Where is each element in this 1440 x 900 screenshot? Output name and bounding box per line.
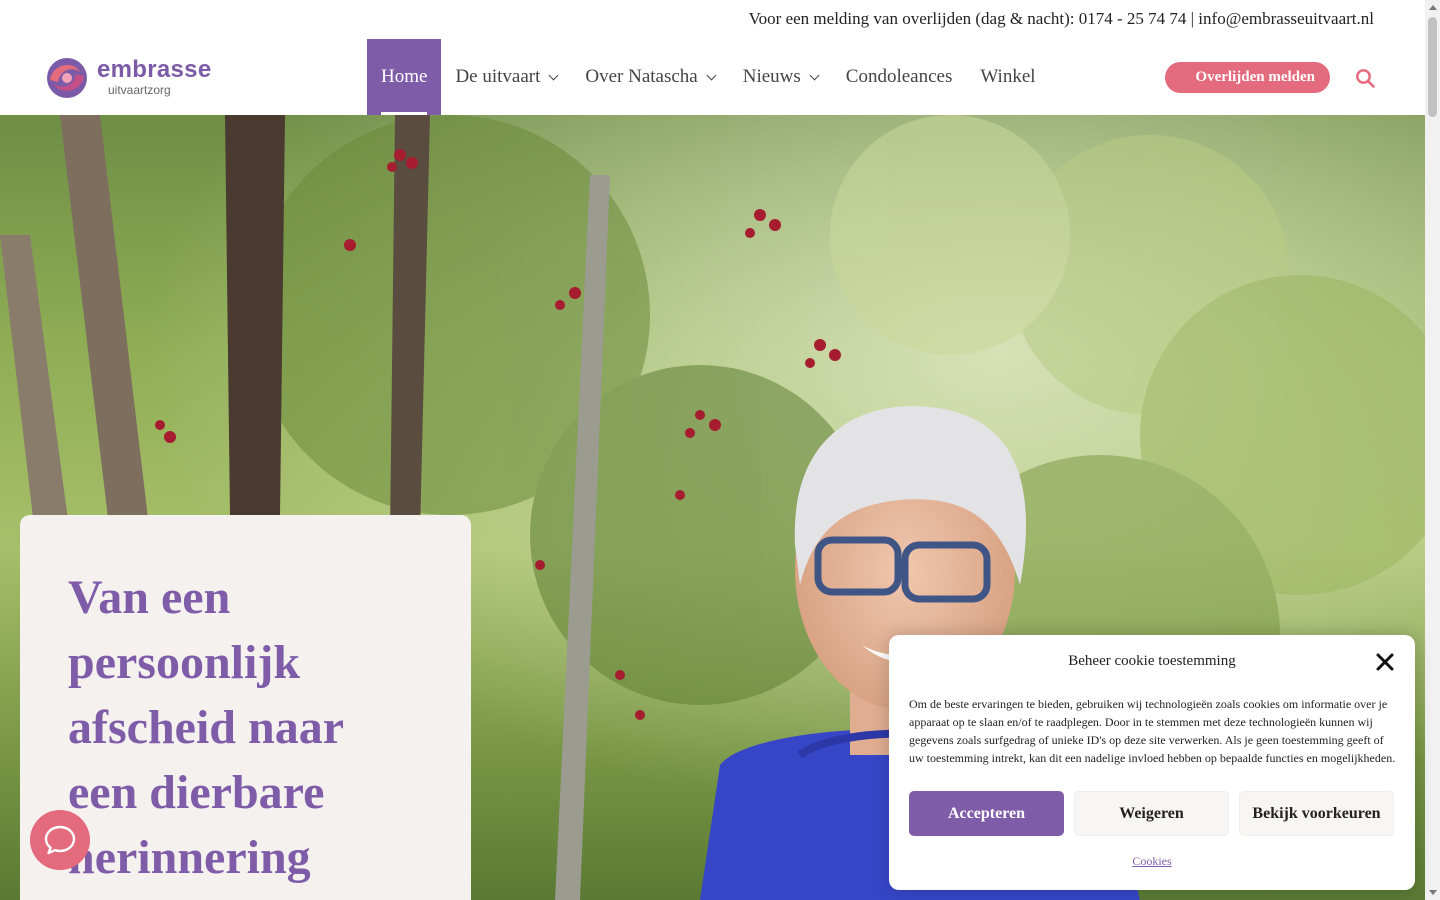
report-death-button[interactable]:   Overlijden melden [1165,62,1330,93]
scroll-up-arrow-icon[interactable] [1429,5,1437,10]
nav-label: Condoleances [845,66,953,87]
nav-label: Over Natascha [585,66,698,87]
logo[interactable]: embrasse uitvaartzorg [40,56,212,100]
scroll-down-arrow-icon[interactable] [1429,890,1437,895]
hero-title: Van een persoonlijk afscheid naar een di… [68,571,344,884]
nav-label: Nieuws [742,66,801,87]
contact-info: Voor een melding van overlijden (dag & n… [748,9,1374,28]
cookie-consent-dialog: Beheer cookie toestemming Om de beste er… [889,635,1415,890]
main-nav: Home De uitvaart Over Natascha Nieuws Co… [367,39,1050,115]
deny-button[interactable]: Weigeren [1074,791,1229,836]
chevron-down-icon [548,70,559,80]
nav-item-de-uitvaart[interactable]: De uitvaart [441,39,571,115]
logo-name: embrasse [97,56,212,83]
nav-label: Winkel [980,66,1036,87]
logo-mark-icon [47,58,87,98]
chevron-down-icon [809,70,820,80]
top-info-bar: Voor een melding van overlijden (dag & n… [0,0,1425,39]
cookie-title: Beheer cookie toestemming [1068,653,1236,669]
nav-item-over-natascha[interactable]: Over Natascha [571,39,728,115]
chat-button[interactable] [30,810,90,870]
chevron-down-icon [706,70,717,80]
chat-bubble-icon [44,825,76,855]
nav-label: De uitvaart [455,66,541,87]
nav-item-home[interactable]: Home [367,39,442,115]
view-preferences-button[interactable]: Bekijk voorkeuren [1239,791,1394,836]
main-header: embrasse uitvaartzorg Home De uitvaart O… [0,39,1425,115]
scroll-thumb[interactable] [1428,17,1437,117]
nav-item-winkel[interactable]: Winkel [966,39,1049,115]
accept-button[interactable]: Accepteren [909,791,1064,836]
nav-item-nieuws[interactable]: Nieuws [729,39,832,115]
close-icon[interactable] [1375,652,1395,672]
cookie-actions: Accepteren Weigeren Bekijk voorkeuren [909,791,1394,836]
cookie-description: Om de beste ervaringen te bieden, gebrui… [909,697,1396,765]
search-icon[interactable] [1355,68,1375,88]
logo-subtitle: uitvaartzorg [108,83,171,97]
page-scrollbar[interactable] [1425,0,1440,900]
nav-item-condoleances[interactable]: Condoleances [832,39,967,115]
nav-label: Home [381,66,428,87]
cookies-policy-link[interactable]: Cookies [889,854,1415,869]
